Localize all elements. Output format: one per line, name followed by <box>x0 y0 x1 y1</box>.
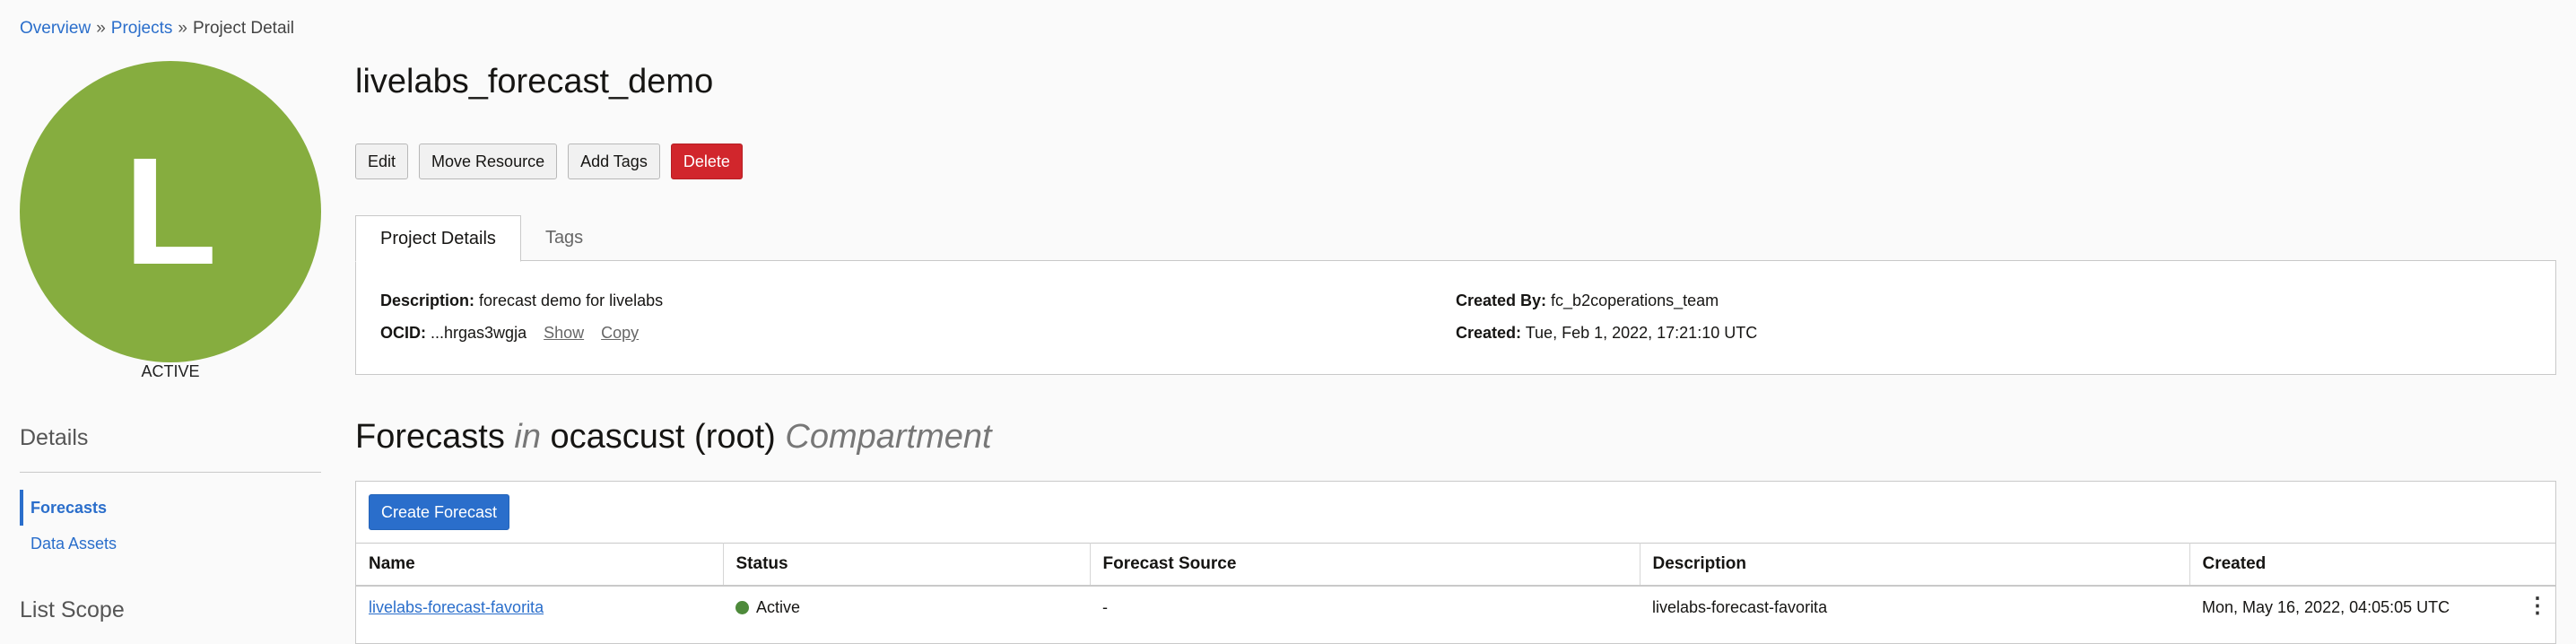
breadcrumb-projects-link[interactable]: Projects <box>111 19 173 38</box>
left-divider <box>20 472 321 473</box>
description-label: Description: <box>380 292 475 309</box>
row-actions-menu-icon[interactable]: ⋮ <box>2527 596 2548 617</box>
add-tags-button[interactable]: Add Tags <box>568 144 660 179</box>
ocid-label: OCID: <box>380 324 426 342</box>
breadcrumb-current: Project Detail <box>192 19 294 38</box>
table-toolbar: Create Forecast <box>369 494 510 530</box>
forecasts-section-title: Forecasts in ocascust (root) Compartment <box>355 418 992 457</box>
detail-tabs: Project Details Tags <box>355 215 607 262</box>
created-value: Tue, Feb 1, 2022, 17:21:10 UTC <box>1525 324 1758 342</box>
ocid-show-link[interactable]: Show <box>544 324 584 342</box>
created-row: Created: Tue, Feb 1, 2022, 17:21:10 UTC <box>1456 324 1757 343</box>
column-header-name[interactable]: Name <box>356 543 724 587</box>
forecasts-title-in: in <box>514 418 541 456</box>
description-value: forecast demo for livelabs <box>479 292 664 309</box>
created-by-row: Created By: fc_b2coperations_team <box>1456 292 1719 310</box>
forecasts-table: Name Status Forecast Source Description … <box>356 543 2555 628</box>
nav-item-forecasts[interactable]: Forecasts <box>20 490 321 526</box>
nav-item-data-assets[interactable]: Data Assets <box>20 526 321 561</box>
tab-project-details[interactable]: Project Details <box>355 215 521 262</box>
move-resource-button[interactable]: Move Resource <box>419 144 558 179</box>
project-avatar: L <box>20 61 321 362</box>
created-label: Created: <box>1456 324 1522 342</box>
breadcrumb-separator: » <box>96 19 106 38</box>
compartment-name: ocascust (root) <box>550 418 776 456</box>
created-date: Mon, May 16, 2022, 04:05:05 UTC <box>2202 597 2450 616</box>
avatar-letter: L <box>124 126 217 297</box>
page-title: livelabs_forecast_demo <box>355 63 714 100</box>
tab-tags[interactable]: Tags <box>521 215 607 261</box>
resources-nav: Forecasts Data Assets <box>20 490 321 561</box>
description-row: Description: forecast demo for livelabs <box>380 292 663 310</box>
cell-created: Mon, May 16, 2022, 04:05:05 UTC ⋮ <box>2189 586 2555 628</box>
status-text: Active <box>756 597 801 616</box>
forecasts-title-suffix: Compartment <box>785 418 992 456</box>
action-bar: Edit Move Resource Add Tags Delete <box>355 144 743 179</box>
project-status-label: ACTIVE <box>141 362 200 380</box>
breadcrumb-overview-link[interactable]: Overview <box>20 19 91 38</box>
table-row: livelabs-forecast-favorita Active - live… <box>356 586 2555 628</box>
breadcrumb: Overview » Projects » Project Detail <box>20 19 294 39</box>
created-by-value: fc_b2coperations_team <box>1551 292 1719 309</box>
column-header-created[interactable]: Created <box>2189 543 2555 587</box>
edit-button[interactable]: Edit <box>355 144 409 179</box>
delete-button[interactable]: Delete <box>670 144 743 179</box>
cell-description: livelabs-forecast-favorita <box>1652 597 1828 616</box>
cell-status: Active <box>723 586 1090 628</box>
project-details-panel: Description: forecast demo for livelabs … <box>355 260 2556 375</box>
column-header-description[interactable]: Description <box>1640 543 2190 587</box>
table-header-row: Name Status Forecast Source Description … <box>356 543 2555 587</box>
forecasts-title-main: Forecasts <box>355 418 505 456</box>
status-active-icon <box>735 600 749 614</box>
details-heading: Details <box>20 425 89 450</box>
ocid-copy-link[interactable]: Copy <box>601 324 639 342</box>
column-header-forecast-source[interactable]: Forecast Source <box>1090 543 1640 587</box>
create-forecast-button[interactable]: Create Forecast <box>369 494 510 530</box>
column-header-status[interactable]: Status <box>723 543 1091 587</box>
cell-forecast-source: - <box>1102 597 1108 616</box>
forecasts-table-container: Create Forecast Name Status Forecast Sou… <box>355 481 2556 644</box>
created-by-label: Created By: <box>1456 292 1547 309</box>
forecast-name-link[interactable]: livelabs-forecast-favorita <box>369 598 544 616</box>
cell-name: livelabs-forecast-favorita <box>356 586 723 628</box>
list-scope-heading: List Scope <box>20 597 125 622</box>
ocid-row: OCID: ...hrgas3wgja Show Copy <box>380 324 639 343</box>
ocid-value: ...hrgas3wgja <box>431 324 527 342</box>
breadcrumb-separator: » <box>178 19 187 38</box>
